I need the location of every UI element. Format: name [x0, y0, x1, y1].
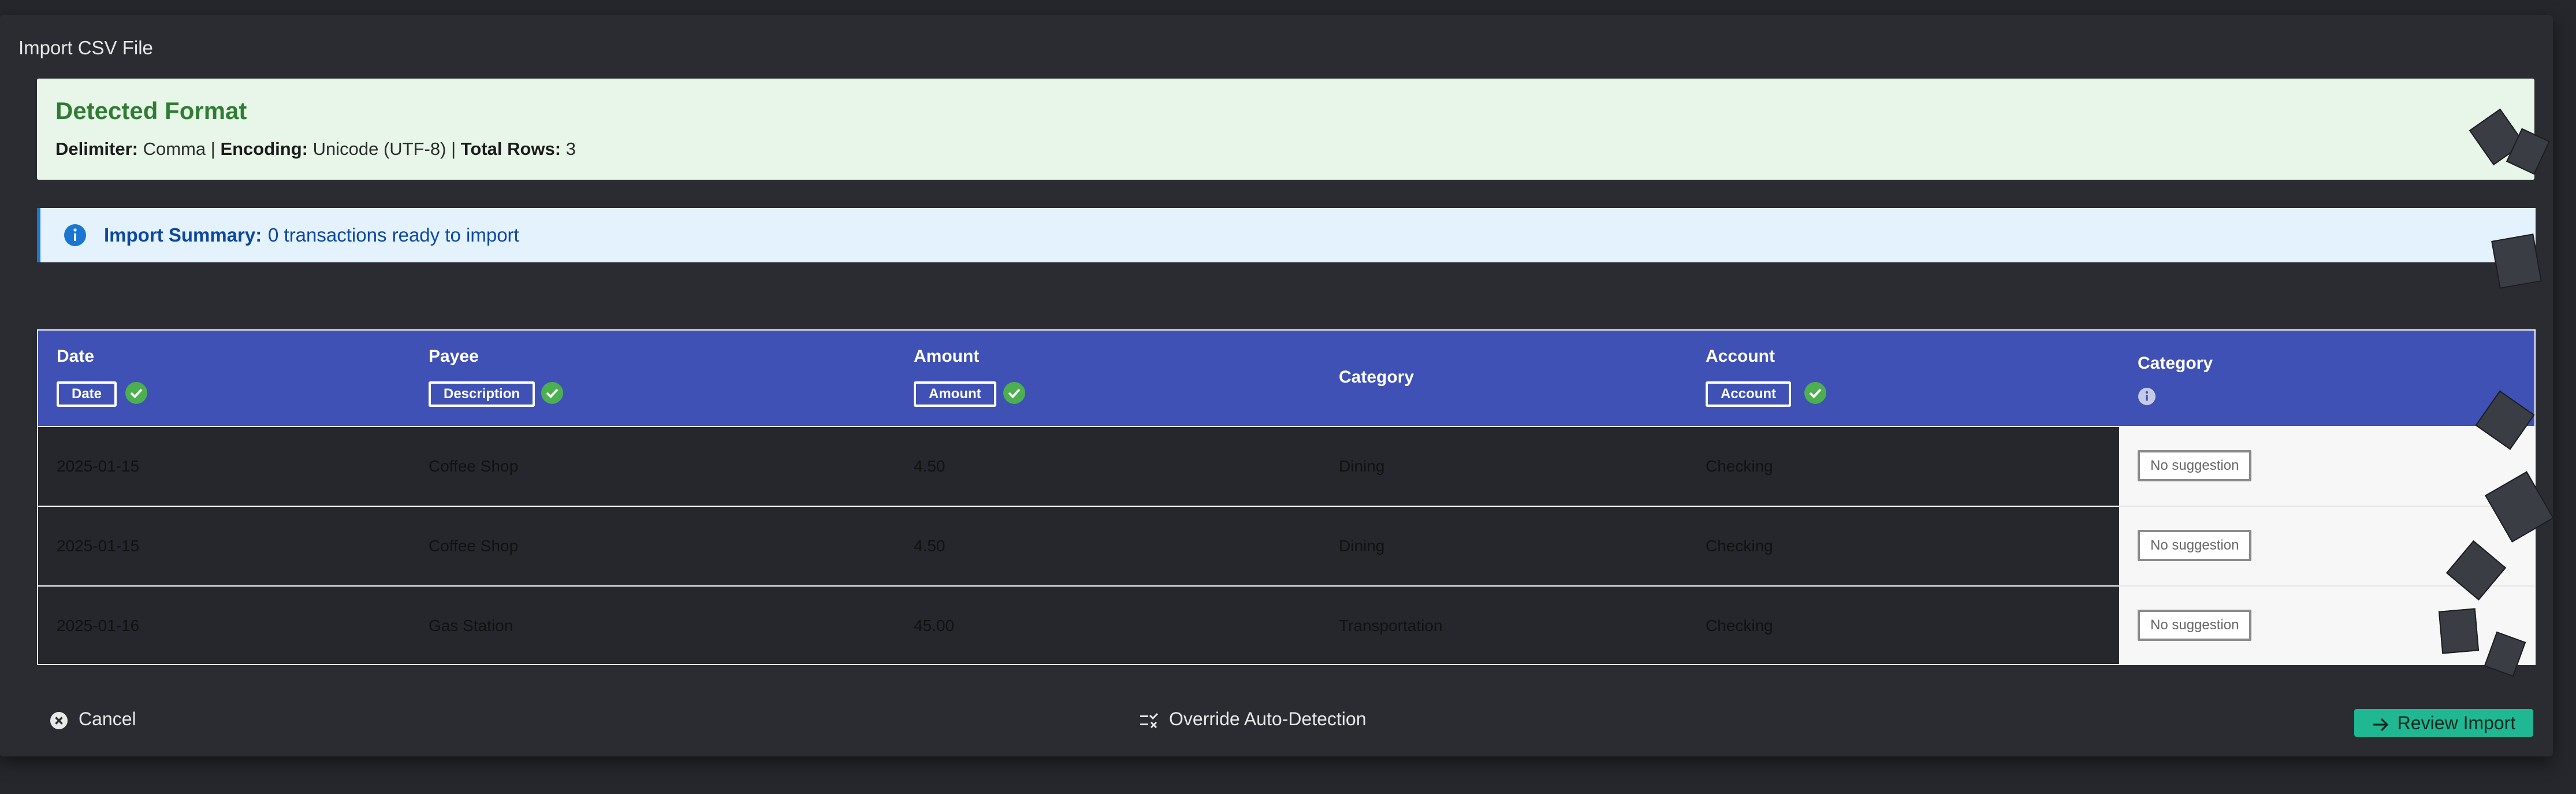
review-import-label: Review Import — [2397, 713, 2516, 733]
column-label: Category — [1339, 368, 1414, 387]
rule-icon — [1140, 713, 1159, 728]
separator: | — [210, 139, 215, 159]
override-label: Override Auto-Detection — [1169, 708, 1367, 729]
cell-amount: 45.00 — [914, 617, 955, 635]
encoding-label: Encoding: — [220, 139, 308, 159]
cell-category: Dining — [1339, 457, 1385, 475]
column-mapping-tag[interactable]: Amount — [914, 381, 996, 407]
info-icon[interactable] — [2138, 387, 2156, 406]
cell-suggestion: No suggestion — [2119, 427, 2534, 507]
cell-amount: 4.50 — [914, 537, 945, 555]
column-label: Amount — [914, 347, 980, 366]
no-suggestion-button[interactable]: No suggestion — [2138, 530, 2252, 561]
delimiter-label: Delimiter: — [55, 139, 138, 159]
review-import-button[interactable]: Review Import — [2354, 709, 2533, 737]
total-rows-label: Total Rows: — [460, 139, 561, 159]
column-label: Date — [57, 347, 95, 366]
column-header-account: Account Account — [1687, 331, 2115, 426]
import-summary-text: 0 transactions ready to import — [268, 224, 519, 246]
check-circle-icon — [1804, 382, 1826, 404]
cell-payee: Coffee Shop — [429, 457, 519, 475]
cell-account: Checking — [1706, 617, 1773, 635]
separator: | — [451, 139, 456, 159]
column-label: Payee — [429, 347, 479, 366]
arrow-right-icon — [2373, 718, 2389, 731]
cell-category: Transportation — [1339, 617, 1443, 635]
no-suggestion-button[interactable]: No suggestion — [2138, 610, 2252, 641]
column-mapping-tag[interactable]: Date — [57, 381, 117, 407]
table-header: Date Date Payee Description Amount Amoun… — [38, 331, 2534, 427]
delimiter-value: Comma — [143, 139, 206, 159]
column-header-category: Category — [1320, 331, 1690, 426]
dialog-title: Import CSV File — [18, 37, 153, 58]
column-label: Account — [1706, 347, 1775, 366]
cell-date: 2025-01-15 — [57, 537, 140, 555]
cell-category: Dining — [1339, 537, 1385, 555]
cell-date: 2025-01-15 — [57, 457, 140, 475]
import-summary-banner: Import Summary: 0 transactions ready to … — [37, 208, 2536, 262]
cell-amount: 4.50 — [914, 457, 945, 475]
column-header-amount: Amount Amount — [895, 331, 1323, 426]
import-summary-label: Import Summary: — [104, 224, 262, 246]
preview-table: Date Date Payee Description Amount Amoun… — [37, 329, 2536, 665]
column-label: Category — [2138, 354, 2213, 373]
table-row: 2025-01-15 Coffee Shop 4.50 Dining Check… — [38, 507, 2534, 587]
column-header-category-suggestion: Category — [2119, 331, 2534, 426]
cell-payee: Coffee Shop — [429, 537, 519, 555]
cell-account: Checking — [1706, 457, 1773, 475]
cancel-label: Cancel — [79, 708, 136, 729]
column-mapping-tag[interactable]: Description — [429, 381, 535, 407]
detected-format-details: Delimiter: Comma | Encoding: Unicode (UT… — [55, 139, 576, 159]
detected-format-title: Detected Format — [55, 97, 247, 124]
cell-payee: Gas Station — [429, 617, 513, 635]
cancel-button[interactable]: Cancel — [50, 708, 136, 730]
column-header-date: Date Date — [38, 331, 410, 426]
column-mapping-tag[interactable]: Account — [1706, 381, 1791, 407]
import-csv-dialog: Import CSV File Detected Format Delimite… — [0, 15, 2553, 756]
info-icon — [64, 224, 86, 246]
cell-date: 2025-01-16 — [57, 617, 140, 635]
check-circle-icon — [541, 382, 563, 404]
close-circle-icon — [50, 711, 68, 729]
encoding-value: Unicode (UTF-8) — [312, 139, 446, 159]
check-circle-icon — [125, 382, 147, 404]
detected-format-panel: Detected Format Delimiter: Comma | Encod… — [37, 79, 2534, 180]
override-auto-detection-button[interactable]: Override Auto-Detection — [1139, 708, 1367, 730]
check-circle-icon — [1003, 382, 1025, 404]
no-suggestion-button[interactable]: No suggestion — [2138, 450, 2252, 481]
table-row: 2025-01-15 Coffee Shop 4.50 Dining Check… — [38, 427, 2534, 507]
decorative-tile — [2438, 608, 2480, 654]
total-rows-value: 3 — [565, 139, 576, 159]
table-row: 2025-01-16 Gas Station 45.00 Transportat… — [38, 587, 2534, 664]
cell-account: Checking — [1706, 537, 1773, 555]
decorative-tile — [2491, 233, 2542, 289]
